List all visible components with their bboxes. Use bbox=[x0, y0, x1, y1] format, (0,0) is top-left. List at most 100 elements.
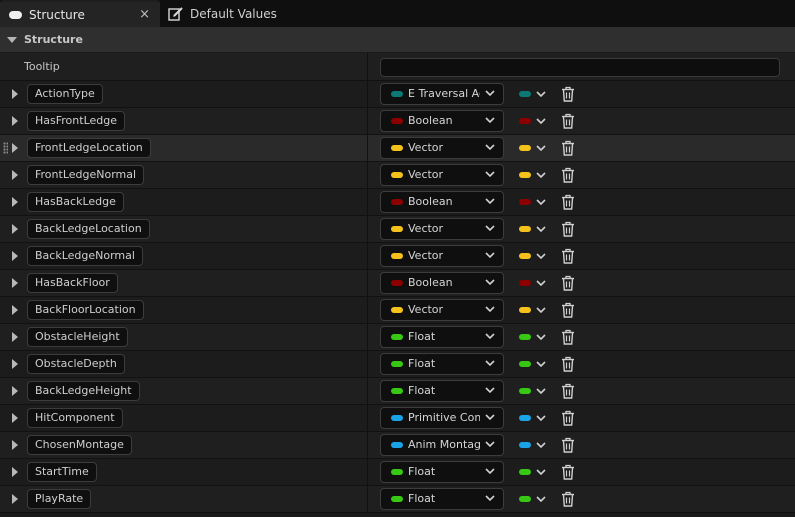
expand-arrow-icon[interactable] bbox=[12, 467, 18, 477]
variable-name-field[interactable]: BackLedgeHeight bbox=[27, 381, 140, 401]
container-type-pill[interactable] bbox=[519, 172, 531, 178]
table-row[interactable]: StartTime Float bbox=[0, 459, 795, 486]
chevron-down-icon[interactable] bbox=[536, 90, 546, 98]
table-row[interactable]: BackLedgeNormal Vector bbox=[0, 243, 795, 270]
tab-default-values[interactable]: Default Values bbox=[162, 0, 312, 27]
expand-arrow-icon[interactable] bbox=[12, 89, 18, 99]
container-type-pill[interactable] bbox=[519, 91, 531, 97]
expand-arrow-icon[interactable] bbox=[12, 251, 18, 261]
table-row[interactable]: PlayRate Float bbox=[0, 486, 795, 513]
close-icon[interactable]: × bbox=[139, 7, 150, 22]
trash-icon[interactable] bbox=[561, 113, 575, 129]
container-type-pill[interactable] bbox=[519, 415, 531, 421]
expand-arrow-icon[interactable] bbox=[12, 170, 18, 180]
trash-icon[interactable] bbox=[561, 221, 575, 237]
expand-arrow-icon[interactable] bbox=[12, 332, 18, 342]
section-header-structure[interactable]: Structure bbox=[0, 27, 795, 52]
table-row[interactable]: BackLedgeHeight Float bbox=[0, 378, 795, 405]
expand-arrow-icon[interactable] bbox=[12, 116, 18, 126]
variable-name-field[interactable]: StartTime bbox=[27, 462, 97, 482]
variable-type-dropdown[interactable]: Vector bbox=[380, 218, 504, 240]
trash-icon[interactable] bbox=[561, 437, 575, 453]
table-row[interactable]: HasFrontLedge Boolean bbox=[0, 108, 795, 135]
variable-name-field[interactable]: BackLedgeNormal bbox=[27, 246, 143, 266]
table-row[interactable]: HitComponent Primitive Component bbox=[0, 405, 795, 432]
variable-type-dropdown[interactable]: Primitive Component bbox=[380, 407, 504, 429]
expand-arrow-icon[interactable] bbox=[12, 413, 18, 423]
expand-arrow-icon[interactable] bbox=[12, 494, 18, 504]
trash-icon[interactable] bbox=[561, 302, 575, 318]
trash-icon[interactable] bbox=[561, 464, 575, 480]
container-type-pill[interactable] bbox=[519, 388, 531, 394]
table-row[interactable]: FrontLedgeNormal Vector bbox=[0, 162, 795, 189]
container-type-pill[interactable] bbox=[519, 469, 531, 475]
chevron-down-icon[interactable] bbox=[536, 414, 546, 422]
trash-icon[interactable] bbox=[561, 383, 575, 399]
variable-type-dropdown[interactable]: Float bbox=[380, 461, 504, 483]
chevron-down-icon[interactable] bbox=[536, 333, 546, 341]
container-type-pill[interactable] bbox=[519, 334, 531, 340]
variable-name-field[interactable]: BackLedgeLocation bbox=[27, 219, 150, 239]
variable-name-field[interactable]: ChosenMontage bbox=[27, 435, 132, 455]
expand-arrow-icon[interactable] bbox=[12, 278, 18, 288]
chevron-down-icon[interactable] bbox=[536, 252, 546, 260]
chevron-down-icon[interactable] bbox=[536, 360, 546, 368]
trash-icon[interactable] bbox=[561, 248, 575, 264]
chevron-down-icon[interactable] bbox=[536, 225, 546, 233]
variable-type-dropdown[interactable]: Vector bbox=[380, 164, 504, 186]
variable-type-dropdown[interactable]: Boolean bbox=[380, 272, 504, 294]
variable-name-field[interactable]: HasFrontLedge bbox=[27, 111, 126, 131]
trash-icon[interactable] bbox=[561, 491, 575, 507]
table-row[interactable]: FrontLedgeLocation Vector bbox=[0, 135, 795, 162]
variable-type-dropdown[interactable]: Float bbox=[380, 380, 504, 402]
chevron-down-icon[interactable] bbox=[536, 117, 546, 125]
trash-icon[interactable] bbox=[561, 275, 575, 291]
variable-type-dropdown[interactable]: Anim Montage bbox=[380, 434, 504, 456]
chevron-down-icon[interactable] bbox=[536, 171, 546, 179]
table-row[interactable]: HasBackFloor Boolean bbox=[0, 270, 795, 297]
expand-arrow-icon[interactable] bbox=[12, 359, 18, 369]
variable-type-dropdown[interactable]: Vector bbox=[380, 245, 504, 267]
container-type-pill[interactable] bbox=[519, 226, 531, 232]
variable-name-field[interactable]: ObstacleHeight bbox=[27, 327, 128, 347]
variable-type-dropdown[interactable]: Boolean bbox=[380, 110, 504, 132]
chevron-down-icon[interactable] bbox=[536, 495, 546, 503]
table-row[interactable]: ActionType E Traversal Action bbox=[0, 81, 795, 108]
container-type-pill[interactable] bbox=[519, 199, 531, 205]
container-type-pill[interactable] bbox=[519, 280, 531, 286]
variable-name-field[interactable]: FrontLedgeLocation bbox=[27, 138, 151, 158]
expand-arrow-icon[interactable] bbox=[12, 224, 18, 234]
expand-arrow-icon[interactable] bbox=[12, 386, 18, 396]
variable-name-field[interactable]: HasBackFloor bbox=[27, 273, 118, 293]
variable-type-dropdown[interactable]: Boolean bbox=[380, 191, 504, 213]
container-type-pill[interactable] bbox=[519, 361, 531, 367]
variable-name-field[interactable]: BackFloorLocation bbox=[27, 300, 144, 320]
expand-arrow-icon[interactable] bbox=[12, 305, 18, 315]
variable-name-field[interactable]: FrontLedgeNormal bbox=[27, 165, 145, 185]
variable-type-dropdown[interactable]: Vector bbox=[380, 137, 504, 159]
variable-type-dropdown[interactable]: Float bbox=[380, 326, 504, 348]
chevron-down-icon[interactable] bbox=[536, 306, 546, 314]
variable-name-field[interactable]: ObstacleDepth bbox=[27, 354, 125, 374]
variable-name-field[interactable]: HasBackLedge bbox=[27, 192, 124, 212]
expand-arrow-icon[interactable] bbox=[12, 440, 18, 450]
trash-icon[interactable] bbox=[561, 410, 575, 426]
variable-name-field[interactable]: HitComponent bbox=[27, 408, 123, 428]
tab-structure[interactable]: Structure × bbox=[0, 0, 160, 27]
trash-icon[interactable] bbox=[561, 194, 575, 210]
variable-type-dropdown[interactable]: Float bbox=[380, 353, 504, 375]
table-row[interactable]: BackFloorLocation Vector bbox=[0, 297, 795, 324]
tooltip-input[interactable] bbox=[380, 58, 780, 77]
chevron-down-icon[interactable] bbox=[536, 468, 546, 476]
chevron-down-icon[interactable] bbox=[536, 387, 546, 395]
table-row[interactable]: BackLedgeLocation Vector bbox=[0, 216, 795, 243]
variable-type-dropdown[interactable]: Vector bbox=[380, 299, 504, 321]
table-row[interactable]: ObstacleHeight Float bbox=[0, 324, 795, 351]
variable-name-field[interactable]: PlayRate bbox=[27, 489, 92, 509]
container-type-pill[interactable] bbox=[519, 496, 531, 502]
table-row[interactable]: HasBackLedge Boolean bbox=[0, 189, 795, 216]
variable-name-field[interactable]: ActionType bbox=[27, 84, 103, 104]
chevron-down-icon[interactable] bbox=[536, 144, 546, 152]
variable-type-dropdown[interactable]: E Traversal Action bbox=[380, 83, 504, 105]
trash-icon[interactable] bbox=[561, 329, 575, 345]
